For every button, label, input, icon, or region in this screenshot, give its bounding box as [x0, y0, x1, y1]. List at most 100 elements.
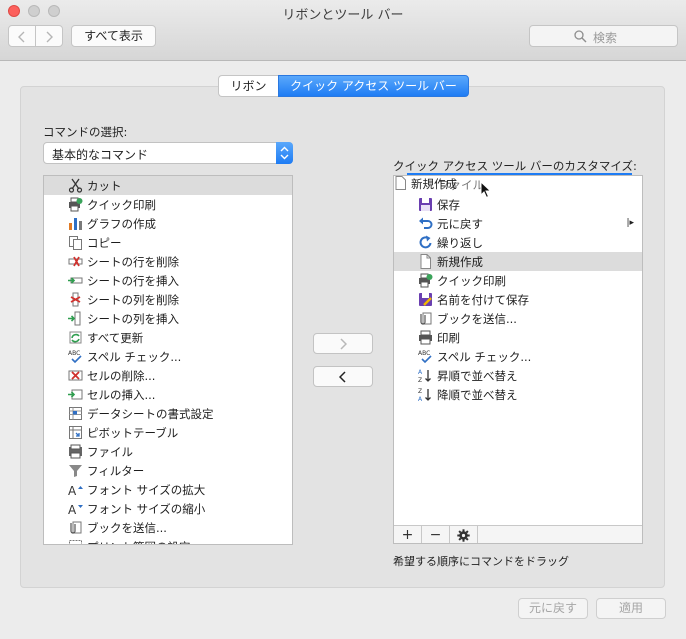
drag-ghost-label: 新規作成	[411, 177, 457, 191]
insert-row-icon	[68, 273, 83, 288]
list-item[interactable]: シートの列を挿入	[44, 309, 292, 328]
list-item[interactable]: 元に戻す |▸	[394, 214, 642, 233]
list-item[interactable]: クイック印刷	[394, 271, 642, 290]
print-area-icon	[68, 539, 83, 544]
search-icon	[574, 30, 587, 43]
refresh-all-icon	[68, 330, 83, 345]
gear-icon	[457, 529, 470, 542]
list-item[interactable]: A Z 昇順で並べ替え	[394, 366, 642, 385]
list-item[interactable]: フィルター	[44, 461, 292, 480]
dropdown-arrows-icon	[276, 142, 293, 164]
list-item-label: 元に戻す	[437, 217, 483, 231]
insert-column-icon	[68, 311, 83, 326]
list-item[interactable]: シートの列を削除	[44, 290, 292, 309]
list-item[interactable]: Z A 降順で並べ替え	[394, 385, 642, 404]
show-all-button[interactable]: すべて表示	[71, 25, 156, 47]
quick-print-icon	[418, 273, 433, 288]
svg-text:Z: Z	[418, 377, 422, 383]
svg-text:A: A	[68, 503, 77, 516]
delete-column-icon	[68, 292, 83, 307]
chevron-left-icon	[339, 371, 346, 383]
svg-text:A: A	[68, 484, 77, 497]
back-button[interactable]	[8, 25, 36, 47]
delete-row-icon	[68, 254, 83, 269]
quick-access-commands-list[interactable]: + − 保存 元に戻す |▸ 繰り返し 新規作成 クイック印刷 名前を付けて保存 ブックを送信…	[393, 175, 643, 544]
list-item[interactable]: ブックを送信...	[44, 518, 292, 537]
list-item-label: 降順で並べ替え	[437, 388, 518, 402]
list-item[interactable]: シートの行を挿入	[44, 271, 292, 290]
spell-check-icon: ABC	[418, 349, 433, 364]
chevron-right-icon	[340, 338, 347, 350]
list-item[interactable]: カット	[44, 176, 292, 195]
add-command-button[interactable]	[313, 333, 373, 354]
svg-text:A: A	[418, 369, 423, 376]
list-item-label: ブックを送信...	[87, 521, 167, 535]
list-item[interactable]: ABC スペル チェック...	[44, 347, 292, 366]
remove-button[interactable]: −	[422, 526, 450, 543]
pivot-table-icon	[68, 425, 83, 440]
send-workbook-icon	[418, 311, 433, 326]
apply-button[interactable]: 適用	[596, 598, 666, 619]
list-item-label: フォント サイズの縮小	[87, 502, 206, 516]
chevron-left-icon	[18, 31, 25, 43]
list-item[interactable]: グラフの作成	[44, 214, 292, 233]
print-icon	[418, 330, 433, 345]
list-item[interactable]: ブックを送信...	[394, 309, 642, 328]
filter-icon	[68, 463, 83, 478]
list-item[interactable]: ピボットテーブル	[44, 423, 292, 442]
file-icon	[68, 444, 83, 459]
search-placeholder: 検索	[593, 31, 618, 45]
list-item-label: ピボットテーブル	[87, 426, 179, 440]
delete-cells-icon	[68, 368, 83, 383]
list-item-label: 昇順で並べ替え	[437, 369, 518, 383]
list-item-label: フォント サイズの拡大	[87, 483, 206, 497]
forward-button[interactable]	[35, 25, 63, 47]
list-item-label: データシートの書式設定	[87, 407, 214, 421]
list-item[interactable]: 名前を付けて保存	[394, 290, 642, 309]
tab-ribbon[interactable]: リボン	[218, 75, 278, 97]
send-workbook-icon	[68, 520, 83, 535]
tab-quick-access-toolbar[interactable]: クイック アクセス ツール バー	[278, 75, 469, 97]
list-item[interactable]: プリント範囲の設定	[44, 537, 292, 544]
settings-button[interactable]	[450, 526, 478, 543]
list-item-label: クイック印刷	[87, 198, 156, 212]
list-item[interactable]: ABC スペル チェック...	[394, 347, 642, 366]
list-item[interactable]: シートの行を削除	[44, 252, 292, 271]
command-category-dropdown[interactable]: 基本的なコマンド	[43, 142, 293, 164]
list-item[interactable]: 新規作成	[394, 252, 642, 271]
list-item-label: 新規作成	[437, 255, 483, 269]
available-commands-list[interactable]: カットクイック印刷グラフの作成 コピーシートの行を削除シートの行を挿入 シートの列を…	[43, 175, 293, 545]
spell-check-icon: ABC	[68, 349, 83, 364]
sort-ascending-icon: AZ	[418, 368, 433, 384]
list-item[interactable]: 印刷	[394, 328, 642, 347]
list-item-label: すべて更新	[87, 331, 144, 345]
list-item[interactable]: セルの削除...	[44, 366, 292, 385]
datasheet-format-icon	[68, 406, 83, 421]
list-item[interactable]: すべて更新	[44, 328, 292, 347]
list-item[interactable]: コピー	[44, 233, 292, 252]
list-item-label: プリント範囲の設定	[87, 539, 191, 544]
sort-descending-icon: ZA	[418, 387, 433, 403]
list-item[interactable]: A フォント サイズの拡大	[44, 480, 292, 499]
submenu-arrow-icon[interactable]: |▸	[626, 218, 634, 228]
list-item-label: 保存	[437, 198, 460, 212]
list-item[interactable]: ファイル	[44, 442, 292, 461]
new-document-icon	[418, 254, 433, 269]
list-item-label: 印刷	[437, 331, 460, 345]
add-button[interactable]: +	[394, 526, 422, 543]
insert-cells-icon	[68, 387, 83, 402]
svg-text:A: A	[418, 396, 423, 402]
list-item[interactable]: 保存	[394, 195, 642, 214]
revert-button[interactable]: 元に戻す	[518, 598, 588, 619]
scissors-icon	[68, 178, 83, 193]
window-title: リボンとツール バー	[282, 8, 404, 23]
list-item[interactable]: データシートの書式設定	[44, 404, 292, 423]
remove-command-button[interactable]	[313, 366, 373, 387]
list-item[interactable]: 繰り返し	[394, 233, 642, 252]
quick-print-icon	[68, 197, 83, 212]
list-item[interactable]: A フォント サイズの縮小	[44, 499, 292, 518]
search-field[interactable]: 検索	[529, 25, 678, 47]
list-item[interactable]: セルの挿入...	[44, 385, 292, 404]
list-item[interactable]: クイック印刷	[44, 195, 292, 214]
list-item-label: シートの行を削除	[87, 255, 179, 269]
